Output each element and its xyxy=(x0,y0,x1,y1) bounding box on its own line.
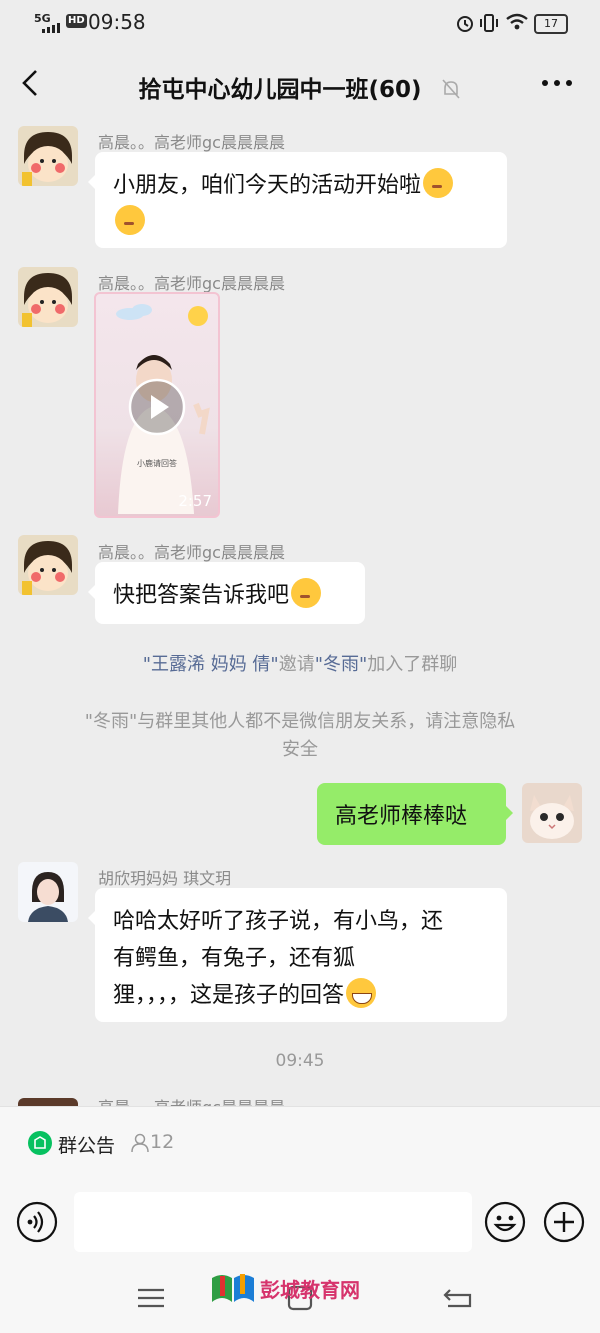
avatar[interactable] xyxy=(18,535,78,595)
video-duration: 2:57 xyxy=(178,492,212,510)
cartoon-girl-avatar-icon xyxy=(18,267,78,327)
sender-name: 高晨。。高老师gc晨晨晨晨 xyxy=(98,274,285,293)
avatar[interactable] xyxy=(18,267,78,327)
my-avatar[interactable] xyxy=(522,783,582,843)
more-plus-icon[interactable] xyxy=(543,1201,585,1243)
video-caption: 小鹿请回答 xyxy=(137,459,177,468)
message-text: 快把答案告诉我吧 xyxy=(113,583,290,608)
vibrate-icon xyxy=(480,14,498,32)
battery-indicator: 17 xyxy=(534,14,568,34)
wifi-icon xyxy=(506,13,528,30)
more-options-icon[interactable] xyxy=(540,78,574,88)
video-message[interactable]: 小鹿请回答 2:57 xyxy=(94,292,220,518)
mute-bell-icon xyxy=(441,79,460,99)
invited-name[interactable]: "冬雨" xyxy=(315,654,368,675)
message-text: 有鳄鱼，有兔子，还有狐 xyxy=(113,946,356,971)
voice-input-icon[interactable] xyxy=(16,1201,58,1243)
group-announcement-chip[interactable]: 群公告 12 xyxy=(18,1120,188,1166)
person-icon xyxy=(131,1133,149,1153)
cartoon-girl-avatar-icon xyxy=(18,535,78,595)
message-bubble[interactable]: 快把答案告诉我吧 xyxy=(88,562,365,624)
my-message-bubble[interactable]: 高老师棒棒哒 xyxy=(317,783,513,845)
thinking-emoji-icon xyxy=(423,168,454,198)
avatar[interactable] xyxy=(18,126,78,186)
avatar[interactable] xyxy=(18,862,78,922)
sender-name: 高晨。。高老师gc晨晨晨晨 xyxy=(98,543,285,562)
watermark: 彭城教育网 xyxy=(210,1270,380,1310)
message-timestamp: 09:45 xyxy=(275,1051,325,1071)
message-text: 小朋友，咱们今天的活动开始啦 xyxy=(113,173,422,198)
alarm-icon xyxy=(457,16,473,32)
status-bar: 5G HD 09:58 17 xyxy=(0,0,600,46)
emoji-picker-icon[interactable] xyxy=(484,1201,526,1243)
sender-name: 高晨。。高老师gc晨晨晨晨 xyxy=(98,133,285,152)
watermark-text: 彭城教育网 xyxy=(260,1278,360,1302)
back-nav-icon[interactable] xyxy=(442,1286,474,1310)
woman-photo-avatar-icon xyxy=(18,862,78,922)
thinking-emoji-icon xyxy=(291,578,322,608)
hd-badge: HD xyxy=(66,14,87,28)
play-icon[interactable] xyxy=(128,378,186,436)
grin-emoji-icon xyxy=(346,978,377,1008)
message-text: 高老师棒棒哒 xyxy=(335,804,468,829)
book-logo-icon xyxy=(212,1274,254,1302)
message-bubble[interactable]: 小朋友，咱们今天的活动开始啦 xyxy=(88,152,507,248)
announcement-icon xyxy=(28,1131,52,1155)
invitee-names[interactable]: "王露浠 妈妈 倩" xyxy=(143,654,279,675)
signal-icon xyxy=(42,23,60,33)
message-input[interactable] xyxy=(74,1192,472,1252)
status-time: 09:58 xyxy=(88,10,146,34)
announcement-count: 12 xyxy=(150,1131,175,1153)
system-message: "王露浠 妈妈 倩"邀请"冬雨"加入了群聊 xyxy=(142,654,458,675)
thinking-emoji-icon xyxy=(115,205,145,235)
page-title: 拾屯中心幼儿园中一班(60) xyxy=(0,70,600,104)
message-bubble[interactable]: 哈哈太好听了孩子说，有小鸟，还 有鳄鱼，有兔子，还有狐 狸，，，，这是孩子的回答 xyxy=(88,888,507,1022)
cartoon-girl-avatar-icon xyxy=(18,126,78,186)
sender-name: 胡欣玥妈妈 琪文玥 xyxy=(98,869,232,888)
cat-avatar-icon xyxy=(522,783,582,843)
privacy-notice: "冬雨"与群里其他人都不是微信朋友关系，请注意隐私 安全 xyxy=(84,711,516,760)
announcement-label: 群公告 xyxy=(58,1135,116,1157)
message-text: 哈哈太好听了孩子说，有小鸟，还 xyxy=(113,909,444,934)
message-text: 狸，，，，这是孩子的回答 xyxy=(113,983,345,1008)
menu-nav-icon[interactable] xyxy=(136,1286,166,1310)
